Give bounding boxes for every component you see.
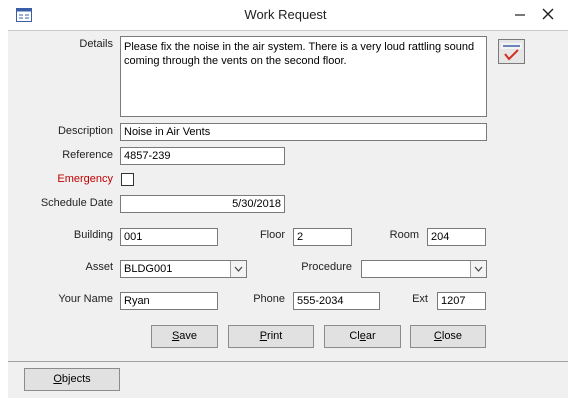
your-name-label: Your Name bbox=[58, 293, 113, 305]
asset-dropdown-arrow[interactable] bbox=[230, 261, 246, 277]
objects-button[interactable]: Objects bbox=[24, 368, 120, 391]
print-label: rint bbox=[267, 330, 283, 342]
description-label: Description bbox=[57, 125, 113, 137]
save-button[interactable]: Save bbox=[151, 325, 218, 348]
close-icon[interactable] bbox=[535, 2, 561, 26]
chevron-down-icon bbox=[474, 266, 483, 272]
print-button[interactable]: Print bbox=[228, 325, 314, 348]
close-label: lose bbox=[441, 330, 463, 342]
clear-label-start: Cl bbox=[349, 330, 360, 342]
floor-label: Floor bbox=[259, 229, 285, 241]
floor-input[interactable]: 2 bbox=[293, 228, 352, 246]
procedure-combobox[interactable] bbox=[361, 260, 487, 278]
details-label: Details bbox=[79, 38, 113, 50]
ext-input[interactable]: 1207 bbox=[437, 292, 486, 310]
building-label: Building bbox=[73, 229, 113, 241]
emergency-checkbox[interactable] bbox=[121, 173, 134, 186]
asset-value: BLDG001 bbox=[124, 263, 173, 275]
schedule-date-input[interactable]: 5/30/2018 bbox=[120, 195, 285, 213]
save-label: ave bbox=[179, 330, 198, 342]
chevron-down-icon bbox=[234, 266, 243, 272]
ext-label: Ext bbox=[412, 293, 428, 305]
spell-check-button[interactable] bbox=[498, 39, 525, 64]
objects-accelerator: O bbox=[53, 373, 62, 385]
close-accelerator: C bbox=[433, 330, 442, 342]
objects-label: bjects bbox=[61, 373, 91, 385]
window-title: Work Request bbox=[244, 7, 327, 22]
phone-input[interactable]: 555-2034 bbox=[293, 292, 380, 310]
asset-label: Asset bbox=[85, 261, 113, 273]
close-button[interactable]: Close bbox=[410, 325, 486, 348]
your-name-input[interactable]: Ryan bbox=[120, 292, 218, 310]
reference-input[interactable]: 4857-239 bbox=[120, 147, 285, 165]
schedule-date-label: Schedule Date bbox=[40, 197, 113, 209]
procedure-label: Procedure bbox=[301, 261, 352, 273]
phone-label: Phone bbox=[253, 293, 285, 305]
clear-button[interactable]: Clear bbox=[324, 325, 401, 348]
details-textarea[interactable]: Please fix the noise in the air system. … bbox=[120, 36, 487, 117]
minimize-icon[interactable] bbox=[508, 2, 532, 26]
print-accelerator: P bbox=[259, 330, 268, 342]
room-label: Room bbox=[389, 229, 419, 241]
emergency-label: Emergency bbox=[57, 173, 113, 185]
title-bar: Work Request bbox=[0, 0, 571, 30]
spell-check-icon bbox=[501, 43, 522, 61]
asset-combobox[interactable]: BLDG001 bbox=[120, 260, 247, 278]
reference-label: Reference bbox=[62, 149, 113, 161]
clear-label-end: ar bbox=[365, 330, 376, 342]
building-input[interactable]: 001 bbox=[120, 228, 218, 246]
work-request-window: Work Request Details Please fix the nois… bbox=[0, 0, 571, 404]
procedure-dropdown-arrow[interactable] bbox=[470, 261, 486, 277]
description-input[interactable]: Noise in Air Vents bbox=[120, 123, 487, 141]
room-input[interactable]: 204 bbox=[427, 228, 486, 246]
